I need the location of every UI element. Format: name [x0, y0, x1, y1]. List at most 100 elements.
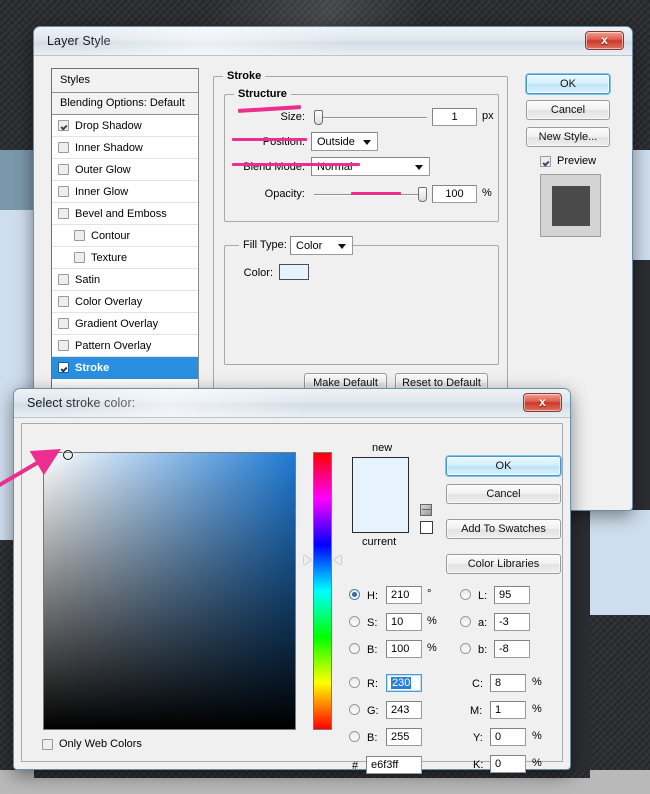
- opacity-input[interactable]: 100: [432, 185, 477, 203]
- fill-type-select[interactable]: Color: [290, 236, 353, 255]
- color-picker-body: new current OK Cancel Add To Swatches Co…: [14, 418, 570, 769]
- style-row-color-overlay[interactable]: Color Overlay: [52, 291, 198, 313]
- checkbox-drop-shadow[interactable]: [58, 120, 69, 131]
- red-input[interactable]: 230: [386, 674, 422, 692]
- checkbox-only-web-colors[interactable]: [42, 739, 53, 750]
- style-row-contour[interactable]: Contour: [52, 225, 198, 247]
- magenta-input[interactable]: 1: [490, 701, 526, 719]
- hue-marker-right-icon: [334, 555, 341, 565]
- cyan-input[interactable]: 8: [490, 674, 526, 692]
- blend-mode-select[interactable]: Normal: [311, 157, 430, 176]
- style-row-inner-shadow[interactable]: Inner Shadow: [52, 137, 198, 159]
- cancel-button[interactable]: Cancel: [526, 100, 610, 120]
- close-icon[interactable]: x: [585, 31, 624, 50]
- checkbox-gradient-overlay[interactable]: [58, 318, 69, 329]
- bg-pale-right: [590, 510, 650, 615]
- size-slider-track[interactable]: [317, 117, 427, 118]
- lab-a-input[interactable]: -3: [494, 613, 530, 631]
- position-select[interactable]: Outside: [311, 132, 378, 151]
- out-of-gamut-cube-icon[interactable]: [420, 504, 432, 516]
- checkbox-bevel-and-emboss[interactable]: [58, 208, 69, 219]
- hue-slider[interactable]: [313, 452, 332, 730]
- style-row-bevel-and-emboss[interactable]: Bevel and Emboss: [52, 203, 198, 225]
- yellow-input[interactable]: 0: [490, 728, 526, 746]
- lab-b-input[interactable]: -8: [494, 640, 530, 658]
- brightness-input[interactable]: 100: [386, 640, 422, 658]
- fill-type-group: Fill Type: Color Color:: [224, 245, 499, 365]
- stroke-group-legend: Stroke: [223, 70, 265, 82]
- lab-l-input[interactable]: 95: [494, 586, 530, 604]
- radio-red[interactable]: [349, 677, 360, 688]
- checkbox-pattern-overlay[interactable]: [58, 340, 69, 351]
- hue-input[interactable]: 210: [386, 586, 422, 604]
- style-label: Inner Shadow: [75, 137, 143, 159]
- size-input[interactable]: 1: [432, 108, 477, 126]
- style-label: Pattern Overlay: [75, 335, 151, 357]
- close-icon[interactable]: x: [523, 393, 562, 412]
- black-key-label: K:: [473, 759, 483, 771]
- saturation-brightness-field[interactable]: [43, 452, 296, 730]
- add-to-swatches-button[interactable]: Add To Swatches: [446, 519, 561, 539]
- stroke-group: Stroke Structure Size: 1 px Position: Ou…: [213, 76, 508, 391]
- preview-checkbox-row[interactable]: Preview: [540, 155, 596, 167]
- color-picker-titlebar[interactable]: Select stroke color: x: [14, 389, 570, 418]
- color-field-selector-ring[interactable]: [63, 450, 73, 460]
- checkbox-preview[interactable]: [540, 156, 551, 167]
- radio-lab-b[interactable]: [460, 643, 471, 654]
- ok-button[interactable]: OK: [526, 74, 610, 94]
- color-libraries-button[interactable]: Color Libraries: [446, 554, 561, 574]
- style-label: Stroke: [75, 357, 109, 379]
- style-row-texture[interactable]: Texture: [52, 247, 198, 269]
- radio-lightness[interactable]: [460, 589, 471, 600]
- checkbox-stroke[interactable]: [58, 362, 69, 373]
- checkbox-color-overlay[interactable]: [58, 296, 69, 307]
- hue-marker-left-icon: [304, 555, 311, 565]
- lab-b-key-label: b:: [478, 644, 487, 656]
- opacity-slider-track[interactable]: [314, 194, 426, 195]
- cyan-key-label: C:: [472, 678, 483, 690]
- only-web-colors-row[interactable]: Only Web Colors: [42, 738, 142, 750]
- new-style-button[interactable]: New Style...: [526, 127, 610, 147]
- radio-hue[interactable]: [349, 589, 360, 600]
- new-current-color-preview[interactable]: [352, 457, 409, 533]
- radio-lab-a[interactable]: [460, 616, 471, 627]
- blue-input[interactable]: 255: [386, 728, 422, 746]
- style-row-inner-glow[interactable]: Inner Glow: [52, 181, 198, 203]
- radio-green[interactable]: [349, 704, 360, 715]
- saturation-input[interactable]: 10: [386, 613, 422, 631]
- cp-ok-button[interactable]: OK: [446, 456, 561, 476]
- opacity-unit-label: %: [482, 187, 492, 199]
- style-label: Outer Glow: [75, 159, 131, 181]
- style-row-pattern-overlay[interactable]: Pattern Overlay: [52, 335, 198, 357]
- checkbox-texture[interactable]: [74, 252, 85, 263]
- size-unit-label: px: [482, 110, 494, 122]
- black-unit-label: %: [532, 757, 542, 769]
- checkbox-inner-glow[interactable]: [58, 186, 69, 197]
- out-of-gamut-swatch[interactable]: [420, 521, 433, 534]
- preview-square: [552, 186, 590, 226]
- black-input[interactable]: 0: [490, 755, 526, 773]
- checkbox-outer-glow[interactable]: [58, 164, 69, 175]
- checkbox-inner-shadow[interactable]: [58, 142, 69, 153]
- hex-input[interactable]: e6f3ff: [366, 756, 422, 774]
- stroke-color-swatch[interactable]: [279, 264, 309, 280]
- layer-style-titlebar[interactable]: Layer Style x: [34, 27, 632, 56]
- style-row-gradient-overlay[interactable]: Gradient Overlay: [52, 313, 198, 335]
- radio-saturation[interactable]: [349, 616, 360, 627]
- checkbox-contour[interactable]: [74, 230, 85, 241]
- radio-blue[interactable]: [349, 731, 360, 742]
- size-label: Size:: [235, 111, 305, 123]
- green-input[interactable]: 243: [386, 701, 422, 719]
- blend-mode-value: Normal: [317, 161, 352, 173]
- opacity-slider-thumb[interactable]: [418, 187, 427, 202]
- checkbox-satin[interactable]: [58, 274, 69, 285]
- only-web-colors-label: Only Web Colors: [59, 738, 142, 750]
- size-slider-thumb[interactable]: [314, 110, 323, 125]
- style-row-stroke[interactable]: Stroke: [52, 357, 198, 379]
- radio-brightness[interactable]: [349, 643, 360, 654]
- style-row-satin[interactable]: Satin: [52, 269, 198, 291]
- style-row-outer-glow[interactable]: Outer Glow: [52, 159, 198, 181]
- style-row-drop-shadow[interactable]: Drop Shadow: [52, 115, 198, 137]
- blending-options-row[interactable]: Blending Options: Default: [52, 93, 198, 115]
- cp-cancel-button[interactable]: Cancel: [446, 484, 561, 504]
